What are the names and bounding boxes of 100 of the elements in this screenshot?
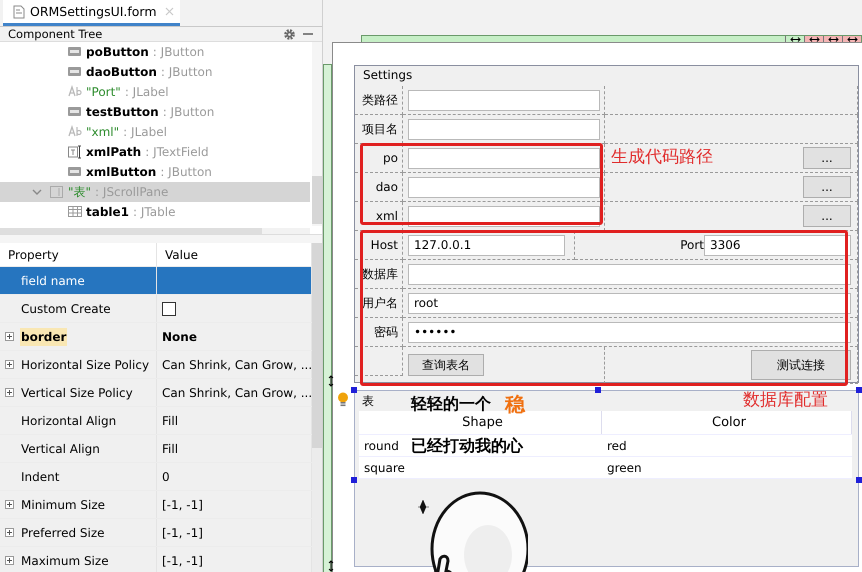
property-name: Custom Create (20, 300, 112, 318)
caption-text: 轻轻的一个 (411, 393, 491, 415)
label-icon (68, 85, 82, 99)
property-cell[interactable] (157, 295, 312, 322)
property-cell[interactable]: Indent (0, 463, 157, 490)
text-field[interactable]: •••••• (408, 322, 851, 342)
editor-tab[interactable]: ORMSettingsUI.form (3, 0, 180, 26)
property-cell[interactable]: Vertical Size Policy (0, 379, 157, 406)
tree-item[interactable]: table1 : JTable (0, 202, 310, 222)
field-label: po (383, 151, 398, 165)
text-field[interactable] (408, 90, 600, 110)
expand-icon[interactable] (5, 500, 14, 509)
selection-handle[interactable] (856, 477, 862, 483)
table-row[interactable]: square green (359, 457, 852, 479)
property-cell[interactable]: None (157, 323, 312, 350)
property-cell[interactable]: [-1, -1] (157, 491, 312, 518)
field-label: dao (376, 180, 398, 194)
table-cell: round (364, 438, 399, 452)
property-name: field name (20, 272, 86, 290)
property-cell[interactable]: [-1, -1] (157, 519, 312, 546)
property-cell[interactable]: Custom Create (0, 295, 157, 322)
property-cell[interactable]: Preferred Size (0, 519, 157, 546)
text-field[interactable] (408, 118, 600, 140)
text-field[interactable]: root (408, 292, 851, 314)
selection-handle[interactable] (351, 477, 357, 483)
text-field[interactable] (408, 148, 600, 168)
selection-handle[interactable] (856, 387, 862, 393)
property-cell[interactable]: 0 (157, 463, 312, 490)
property-name: Minimum Size (20, 496, 106, 514)
property-name: Indent (20, 468, 60, 486)
expand-icon[interactable] (5, 360, 14, 369)
property-cell[interactable]: Can Shrink, Can Grow, ... (157, 351, 312, 378)
tree-item[interactable]: poButton : JButton (0, 42, 310, 62)
resize-arrow-icon (808, 36, 820, 43)
selection-handle[interactable] (595, 387, 601, 393)
property-value: 0 (162, 470, 170, 484)
column-header: Property (0, 243, 157, 266)
column-header[interactable]: Color (712, 415, 746, 430)
property-value: Fill (162, 442, 178, 456)
property-value: [-1, -1] (162, 526, 203, 540)
checkbox[interactable] (162, 302, 176, 316)
text-field[interactable] (408, 176, 600, 198)
table-cell: square (364, 460, 405, 474)
property-name: Vertical Size Policy (20, 384, 134, 402)
field-label: 用户名 (362, 294, 398, 312)
property-value: Can Shrink, Can Grow, ... (162, 386, 311, 400)
settings-icon[interactable] (283, 28, 296, 40)
test-button[interactable]: 测试连接 (751, 350, 851, 380)
field-label: 项目名 (362, 120, 398, 138)
chevron-down-icon[interactable] (32, 187, 42, 197)
lightbulb-icon[interactable] (337, 392, 349, 407)
browse-button[interactable]: ... (803, 147, 851, 169)
property-cell[interactable]: [-1, -1] (157, 547, 312, 572)
property-cell[interactable]: Fill (157, 435, 312, 462)
tree-item[interactable]: xmlPath : JTextField (0, 142, 310, 162)
field-label: 数据库 (362, 266, 398, 282)
table-cell: red (607, 438, 627, 452)
property-cell[interactable]: Horizontal Align (0, 407, 157, 434)
scrollbar-thumb[interactable] (312, 243, 322, 448)
caption-text: 已经打动我的心 (411, 435, 524, 457)
tree-item[interactable]: "Port" : JLabel (0, 82, 310, 102)
expand-icon[interactable] (5, 528, 14, 537)
property-cell[interactable]: border (0, 323, 157, 350)
tree-item[interactable]: daoButton : JButton (0, 62, 310, 82)
property-cell[interactable]: Can Shrink, Can Grow, ... (157, 379, 312, 406)
selection-handle[interactable] (351, 387, 357, 393)
field-label: 类路径 (362, 92, 398, 108)
resize-vertical-icon (327, 560, 335, 572)
annotation-text: 数据库配置 (743, 389, 828, 411)
property-cell[interactable]: Minimum Size (0, 491, 157, 518)
scrollbar-thumb[interactable] (312, 176, 322, 224)
form-file-icon (13, 4, 25, 18)
browse-button[interactable]: ... (803, 176, 851, 198)
resize-vertical-icon (327, 375, 335, 387)
property-cell[interactable] (157, 267, 312, 294)
tree-item[interactable]: "xml" : JLabel (0, 122, 310, 142)
tree-item[interactable]: testButton : JButton (0, 102, 310, 122)
property-cell[interactable]: Vertical Align (0, 435, 157, 462)
property-cell[interactable]: Horizontal Size Policy (0, 351, 157, 378)
tree-item[interactable]: xmlButton : JButton (0, 162, 310, 182)
query-button[interactable]: 查询表名 (408, 354, 484, 376)
property-name: Maximum Size (20, 552, 110, 570)
expand-icon[interactable] (5, 332, 14, 341)
property-value: None (162, 330, 197, 344)
expand-icon[interactable] (5, 388, 14, 397)
text-field[interactable]: 127.0.0.1 (408, 234, 565, 256)
property-cell[interactable]: Fill (157, 407, 312, 434)
column-header[interactable]: Shape (462, 415, 503, 430)
property-cell[interactable]: Maximum Size (0, 547, 157, 572)
property-name: border (20, 328, 68, 346)
text-field[interactable] (408, 264, 851, 284)
browse-button[interactable]: ... (803, 205, 851, 227)
table-cell: green (607, 460, 642, 474)
caption-text: 稳 (505, 390, 525, 418)
property-name: Horizontal Size Policy (20, 356, 150, 374)
scrollbar-thumb[interactable] (0, 228, 262, 234)
text-field[interactable]: 3306 (704, 234, 851, 256)
property-cell[interactable]: field name (0, 267, 157, 294)
expand-icon[interactable] (5, 556, 14, 565)
close-icon[interactable] (164, 7, 174, 16)
